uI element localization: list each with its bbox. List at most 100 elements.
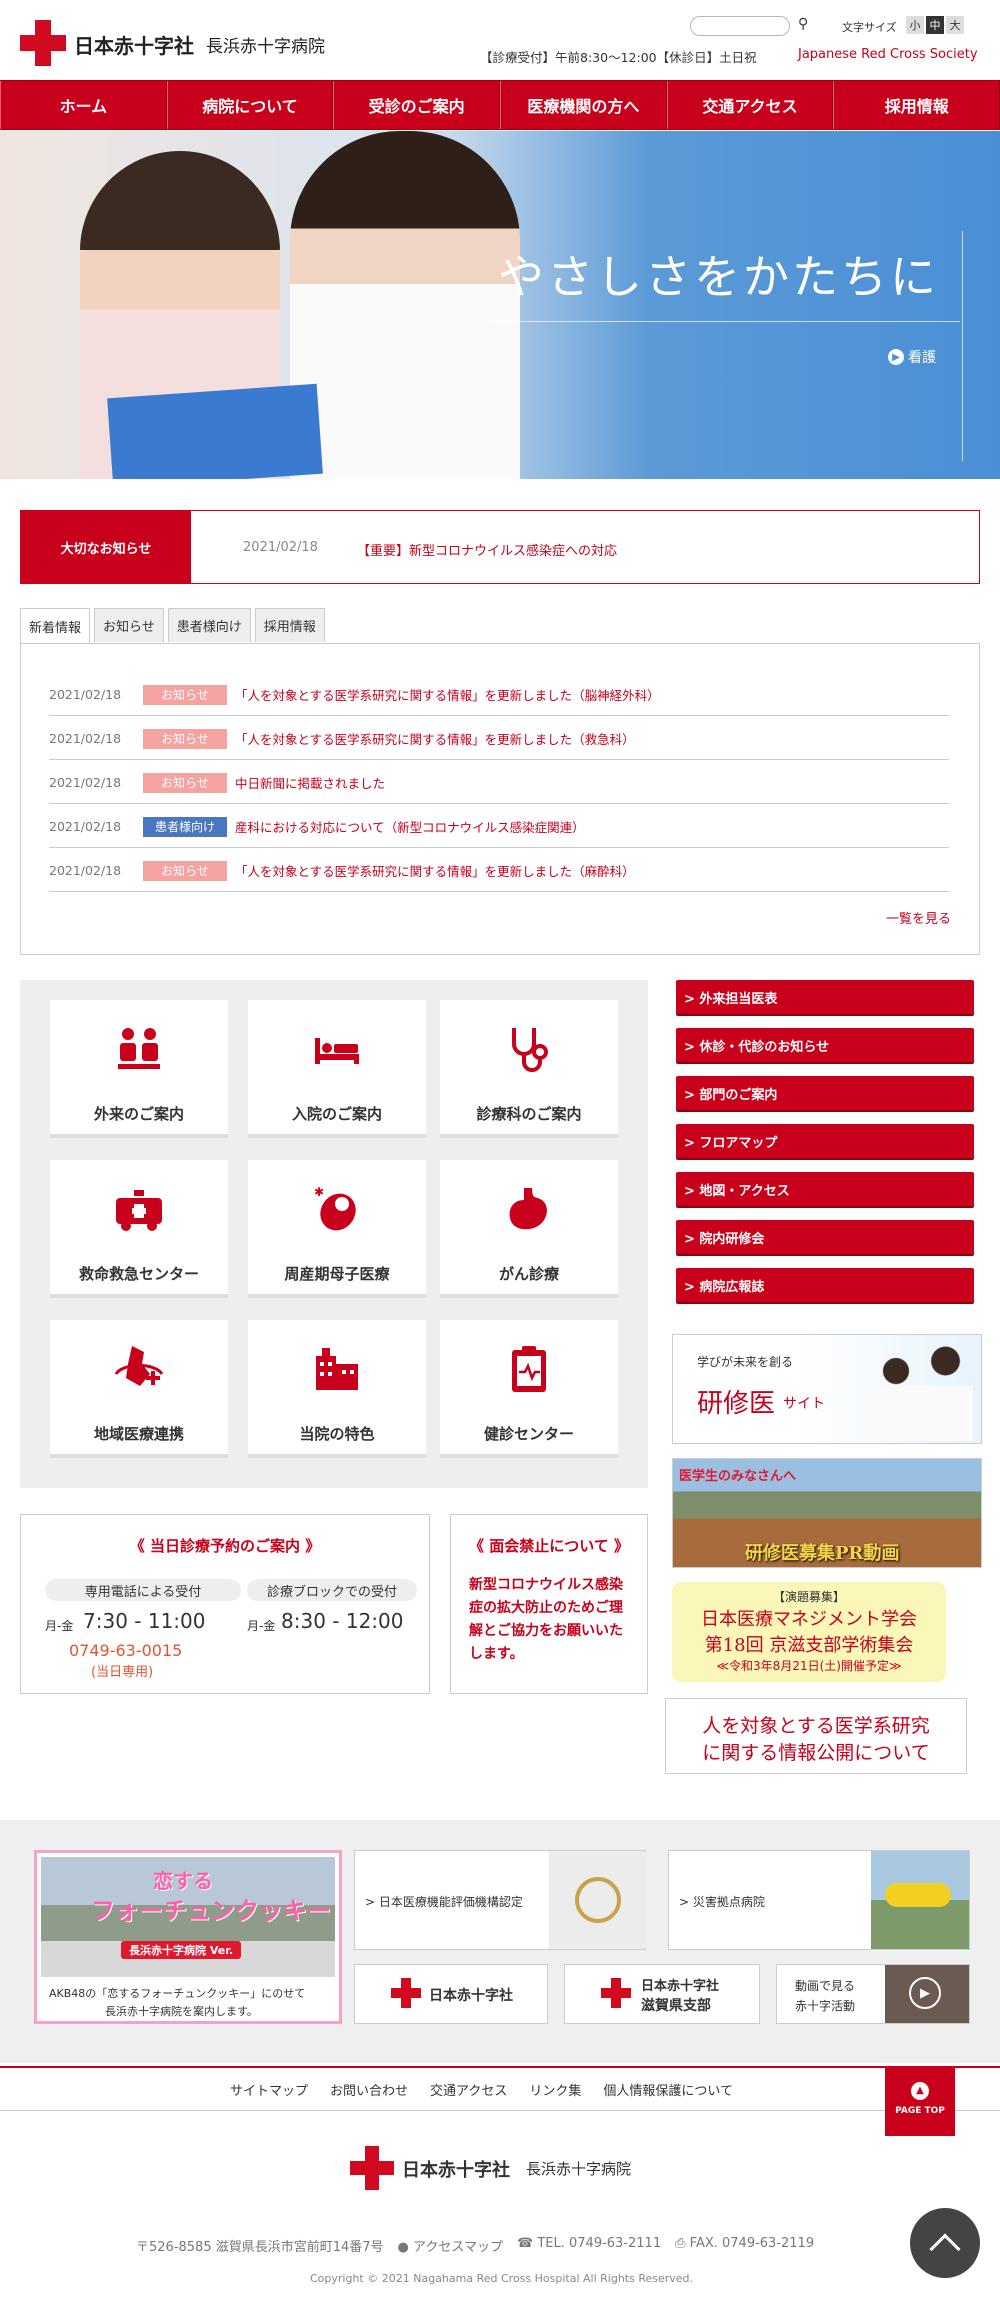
tab-notice[interactable]: お知らせ (94, 608, 164, 642)
card-emergency[interactable]: 救命救急センター (50, 1160, 228, 1298)
notice-label: 大切なお知らせ (21, 511, 191, 583)
search-icon[interactable]: ⚲ (798, 16, 808, 32)
reservation-phone[interactable]: 0749-63-0015 (69, 1641, 182, 1660)
notice-date: 2021/02/18 (243, 540, 318, 555)
news-row[interactable]: 2021/02/18 お知らせ 中日新聞に掲載されました (49, 762, 949, 804)
news-row[interactable]: 2021/02/18 お知らせ 「人を対象とする医学系研究に関する情報」を更新し… (49, 674, 949, 716)
news-row[interactable]: 2021/02/18 お知らせ 「人を対象とする医学系研究に関する情報」を更新し… (49, 850, 949, 892)
hospital-name: 長浜赤十字病院 (206, 37, 325, 57)
footer-contact: 〒526-8585 滋賀県長浜市宮前町14番7号 ● アクセスマップ ☎ TEL… (136, 2236, 815, 2255)
site-logo[interactable]: 日本赤十字社 長浜赤十字病院 (20, 20, 340, 66)
shiga-map-icon (114, 1346, 164, 1386)
disaster-hospital-banner[interactable]: > 災害拠点病院 (668, 1850, 970, 1950)
conference-banner[interactable]: 【演題募集】 日本医療マネジメント学会 第18回 京滋支部学術集会 ≪令和3年8… (672, 1582, 946, 1682)
search-input[interactable] (690, 16, 790, 36)
badge-notice: お知らせ (143, 772, 228, 793)
service-grid: 外来のご案内 入院のご案内 診療科のご案内 救命救急センター ✱ 周産期母子医療… (20, 980, 648, 1488)
footer-link-links[interactable]: リンク集 (529, 2080, 581, 2099)
font-size-large[interactable]: 大 (946, 16, 964, 34)
nav-home[interactable]: ホーム (0, 81, 167, 129)
font-size-small[interactable]: 小 (906, 16, 924, 34)
hyoka-banner[interactable]: > 日本医療機能評価機構認定 (354, 1850, 647, 1950)
copyright: Copyright © 2021 Nagahama Red Cross Hosp… (310, 2272, 694, 2285)
scroll-top-button[interactable] (910, 2208, 980, 2278)
footer-link-privacy[interactable]: 個人情報保護について (603, 2080, 733, 2099)
badge-patients: 患者様向け (143, 816, 228, 837)
stomach-icon (509, 1188, 547, 1230)
news-row[interactable]: 2021/02/18 お知らせ 「人を対象とする医学系研究に関する情報」を更新し… (49, 718, 949, 760)
side-btn-departments[interactable]: > 部門のご案内 (676, 1076, 974, 1112)
residents-photo (863, 1341, 973, 1441)
notice-link[interactable]: 【重要】新型コロナウイルス感染症への対応 (357, 540, 617, 559)
font-size-label: 文字サイズ (842, 21, 897, 34)
visit-ban-box: 《 面会禁止について 》 新型コロナウイルス感染症の拡大防止のためご理解とご協力… (450, 1514, 648, 1694)
side-btn-schedule[interactable]: > 外来担当医表 (676, 980, 974, 1016)
fax-icon: ⎙ (675, 2236, 686, 2251)
side-btn-access[interactable]: > 地図・アクセス (676, 1172, 974, 1208)
reservation-title: 《 当日診療予約のご案内 》 (129, 1537, 321, 1555)
card-perinatal[interactable]: ✱ 周産期母子医療 (248, 1160, 426, 1298)
footer-links: サイトマップ お問い合わせ 交通アクセス リンク集 個人情報保護について (230, 2080, 733, 2099)
research-info-banner[interactable]: 人を対象とする医学系研究 に関する情報公開について (665, 1698, 967, 1774)
clipboard (107, 383, 323, 479)
clipboard-icon (512, 1346, 546, 1392)
news-tabs: 新着情報 お知らせ 患者様向け 採用情報 (20, 608, 325, 644)
side-btn-magazine[interactable]: > 病院広報誌 (676, 1268, 974, 1304)
card-checkup[interactable]: 健診センター (440, 1320, 618, 1458)
shiga-branch-banner[interactable]: 日本赤十字社 滋賀県支部 (564, 1964, 760, 2024)
pr-video-banner[interactable]: 医学生のみなさんへ 研修医募集PR動画 (672, 1458, 982, 1568)
helicopter-photo (871, 1851, 969, 1949)
card-outpatient[interactable]: 外来のご案内 (50, 1000, 228, 1138)
hero-link-nursing[interactable]: ▶ 看護 (888, 347, 936, 367)
nav-about[interactable]: 病院について (166, 81, 334, 129)
news-row[interactable]: 2021/02/18 患者様向け 産科における対応について（新型コロナウイルス感… (49, 806, 949, 848)
card-cancer[interactable]: がん診療 (440, 1160, 618, 1298)
badge-notice: お知らせ (143, 684, 228, 705)
tab-patients[interactable]: 患者様向け (167, 608, 251, 642)
global-nav: ホーム 病院について 受診のご案内 医療機関の方へ 交通アクセス 採用情報 (0, 80, 1000, 130)
resident-site-banner[interactable]: 学びが未来を創る 研修医 サイト (672, 1334, 982, 1444)
tab-new[interactable]: 新着情報 (20, 608, 91, 644)
card-departments[interactable]: 診療科のご案内 (440, 1000, 618, 1138)
footer-logo[interactable]: 日本赤十字社 長浜赤十字病院 (350, 2146, 650, 2190)
baby-icon: ✱ (314, 1185, 356, 1231)
important-notice: 大切なお知らせ 2021/02/18 【重要】新型コロナウイルス感染症への対応 (20, 510, 980, 584)
phone-icon: ☎ (517, 2236, 534, 2251)
footer-link-contact[interactable]: お問い合わせ (330, 2080, 408, 2099)
news-list: 2021/02/18 お知らせ 「人を対象とする医学系研究に関する情報」を更新し… (20, 643, 980, 955)
org-name: 日本赤十字社 (74, 34, 194, 58)
side-btn-closure[interactable]: > 休診・代診のお知らせ (676, 1028, 974, 1064)
side-btn-floormap[interactable]: > フロアマップ (676, 1124, 974, 1160)
tab-recruit[interactable]: 採用情報 (254, 608, 325, 642)
card-community[interactable]: 地域医療連携 (50, 1320, 228, 1458)
fortune-cookie-banner[interactable]: 恋する フォーチュンクッキー 長浜赤十字病院 Ver. AKB48の「恋するフォ… (34, 1850, 342, 2024)
play-icon: ▶ (909, 1977, 941, 2009)
footer-link-sitemap[interactable]: サイトマップ (230, 2080, 308, 2099)
more-link[interactable]: 一覧を見る (886, 908, 951, 927)
jrc-banner[interactable]: 日本赤十字社 (354, 1964, 548, 2024)
hero-slogan: やさしさをかたちに (498, 250, 939, 304)
hours-text: 【診療受付】午前8:30〜12:00【休診日】土日祝 (480, 50, 757, 65)
map-pin-icon: ● (397, 2240, 409, 2255)
nav-access[interactable]: 交通アクセス (666, 81, 834, 129)
hero-banner: やさしさをかたちに ▶ 看護 (0, 131, 1000, 479)
footer-link-access[interactable]: 交通アクセス (430, 2080, 507, 2099)
video-activity-banner[interactable]: 動画で見る 赤十字活動 ▶ (776, 1964, 970, 2024)
font-size-switcher: 小 中 大 (906, 16, 964, 34)
side-btn-training[interactable]: > 院内研修会 (676, 1220, 974, 1256)
consultation-icon (118, 1028, 160, 1069)
font-size-medium[interactable]: 中 (926, 16, 944, 34)
nav-recruit[interactable]: 採用情報 (833, 81, 1000, 129)
reservation-box: 《 当日診療予約のご案内 》 専用電話による受付 診療ブロックでの受付 月-金 … (20, 1514, 430, 1694)
jrc-link[interactable]: Japanese Red Cross Society (798, 47, 978, 62)
nav-medical[interactable]: 医療機関の方へ (500, 81, 667, 129)
badge-notice: お知らせ (143, 728, 228, 749)
arrow-up-icon: ▲ (911, 2082, 929, 2100)
arrow-circle-icon: ▶ (888, 349, 904, 365)
page-top-button[interactable]: ▲ PAGE TOP (885, 2068, 955, 2136)
ambulance-icon (116, 1190, 162, 1231)
nav-guide[interactable]: 受診のご案内 (333, 81, 501, 129)
card-features[interactable]: 当院の特色 (248, 1320, 426, 1458)
card-inpatient[interactable]: 入院のご案内 (248, 1000, 426, 1138)
access-map-link[interactable]: ● アクセスマップ (398, 2236, 503, 2255)
